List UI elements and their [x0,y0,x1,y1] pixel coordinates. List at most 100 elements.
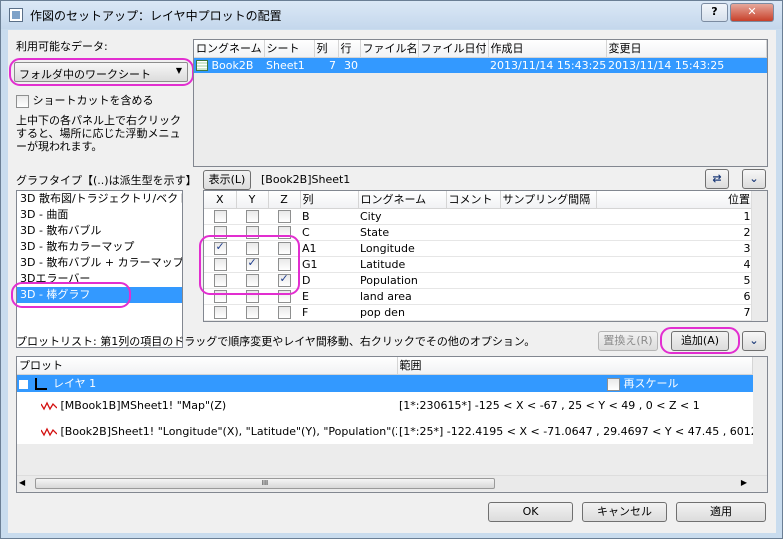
col-header[interactable]: シート [264,40,315,58]
z-checkbox[interactable] [277,209,291,223]
col-header[interactable]: 列 [300,191,359,209]
list-item[interactable]: 3D 散布図/トラジェクトリ/ベクトル [17,191,182,207]
plot-row[interactable]: [Book2B]Sheet1! "Longitude"(X), "Latitud… [17,418,753,444]
list-item[interactable]: 3D - 散布バブル + カラーマップ [17,255,182,271]
shortcut-checkbox[interactable] [16,94,29,108]
col-header[interactable]: 行 [338,40,361,58]
column-scrollbar[interactable] [751,191,767,321]
plot-list-table[interactable]: プロット 範囲 レイヤ 1 再スケール [MBook1B]MSheet1! "M… [16,356,768,493]
scroll-right-icon[interactable]: ▶ [741,478,747,487]
table-row[interactable]: Book2B Sheet1 7 30 2013/11/14 15:43:25 2… [194,57,767,73]
ok-button[interactable]: OK [488,502,573,522]
window-title: 作図のセットアップ：レイヤ中プロットの配置 [30,9,282,23]
col-header[interactable]: X [204,191,237,209]
dialog-body: 利用可能なデータ: フォルダ中のワークシート ▼ ショートカットを含める 上中下… [8,30,776,533]
x-checkbox[interactable] [213,305,227,319]
plot-range: [1*:230615*] -125 < X < -67 , 25 < Y < 4… [399,398,700,412]
x-checkbox[interactable] [213,209,227,223]
y-checkbox[interactable] [245,305,259,319]
replace-button[interactable]: 置換え(R) [598,331,658,351]
x-cell [204,208,236,225]
shortcut-option[interactable]: ショートカットを含める [16,92,154,108]
sampling-cell [500,224,596,241]
title-bar[interactable]: 作図のセットアップ：レイヤ中プロットの配置 ? ✕ [1,1,782,29]
col-header[interactable]: ロングネーム [194,40,265,58]
cell-cols: 7 [314,57,338,73]
list-item[interactable]: 3D - 散布カラーマップ [17,239,182,255]
column-header-row: X Y Z 列 ロングネーム コメント サンプリング間隔 位置 [204,191,753,209]
scroll-left-icon[interactable]: ◀ [19,478,25,487]
plot-header-row: プロット 範囲 [17,357,753,375]
sampling-cell [500,208,596,225]
layer-row[interactable]: レイヤ 1 再スケール [17,374,753,392]
rescale-checkbox[interactable] [607,377,620,391]
col-header[interactable]: サンプリング間隔 [500,191,597,209]
swap-icon[interactable]: ⇄ [705,169,729,189]
position: 1 [596,208,753,225]
col-header[interactable]: 列 [314,40,339,58]
table-row[interactable]: Fpop den 7 [204,304,753,321]
graph-type-label: グラフタイプ【(..)は派生型を示す】 [16,174,197,187]
list-item[interactable]: 3D - 曲面 [17,207,182,223]
col-header[interactable]: ファイル日付 [418,40,489,58]
comment-cell [446,272,500,289]
cell-filedate [418,57,488,73]
plot-row[interactable]: [MBook1B]MSheet1! "Map"(Z) [1*:230615*] … [17,392,753,418]
worksheet-header-row: ロングネーム シート 列 行 ファイル名 ファイル日付 作成日 変更日 [194,40,767,58]
table-row[interactable]: B City 1 [204,208,753,225]
apply-button[interactable]: 適用 [676,502,766,522]
col-header[interactable]: Z [268,191,301,209]
sheet-label: [Book2B]Sheet1 [261,173,351,186]
long-name: land area [358,288,446,305]
cell-created: 2013/11/14 15:43:25 [488,57,606,73]
long-name: Population [358,272,446,289]
sampling-cell [500,256,596,273]
worksheet-table[interactable]: ロングネーム シート 列 行 ファイル名 ファイル日付 作成日 変更日 Book… [193,39,768,167]
column-name: C [300,224,358,241]
show-button[interactable]: 表示(L) [203,170,251,190]
highlight-xyz [199,235,300,295]
plot-name: [Book2B]Sheet1! "Longitude"(X), "Latitud… [60,424,398,438]
x-cell [204,304,236,321]
col-header[interactable]: プロット [17,357,398,375]
comment-cell [446,224,500,241]
long-name: Longitude [358,240,446,257]
worksheet-icon [196,60,208,72]
position: 4 [596,256,753,273]
close-button[interactable]: ✕ [730,3,774,22]
cell-sheet: Sheet1 [264,57,314,73]
y-checkbox[interactable] [245,209,259,223]
col-header[interactable]: 範囲 [397,357,753,375]
position: 3 [596,240,753,257]
plot-hscrollbar[interactable]: ◀ III ▶ [17,475,767,491]
data-source-label: 利用可能なデータ: [16,40,108,53]
col-header[interactable]: ファイル名 [360,40,419,58]
col-header[interactable]: コメント [446,191,501,209]
rescale-label: 再スケール [623,377,679,391]
col-header[interactable]: 変更日 [606,40,767,58]
col-header[interactable]: ロングネーム [358,191,447,209]
expand-columns-icon[interactable]: ⌄ [742,169,766,189]
graph-type-list[interactable]: 3D 散布図/トラジェクトリ/ベクトル 3D - 曲面 3D - 散布バブル 3… [16,190,183,348]
scroll-thumb[interactable]: III [35,478,495,489]
collapse-icon[interactable] [19,379,28,389]
line-plot-icon [41,401,57,410]
long-name: State [358,224,446,241]
z-checkbox[interactable] [277,305,291,319]
cancel-button[interactable]: キャンセル [582,502,667,522]
col-header[interactable]: Y [236,191,269,209]
cell-modified: 2013/11/14 15:43:25 [606,57,767,73]
comment-cell [446,208,500,225]
comment-cell [446,240,500,257]
column-name: D [300,272,358,289]
sampling-cell [500,272,596,289]
cell-longname: Book2B [211,58,254,72]
column-name: F [300,304,358,321]
app-icon [9,8,23,22]
col-header[interactable]: 作成日 [488,40,607,58]
expand-plotlist-icon[interactable]: ⌄ [742,331,766,351]
help-button[interactable]: ? [701,3,728,22]
col-header[interactable]: 位置 [596,191,753,209]
line-plot-icon [41,427,57,436]
list-item[interactable]: 3D - 散布バブル [17,223,182,239]
